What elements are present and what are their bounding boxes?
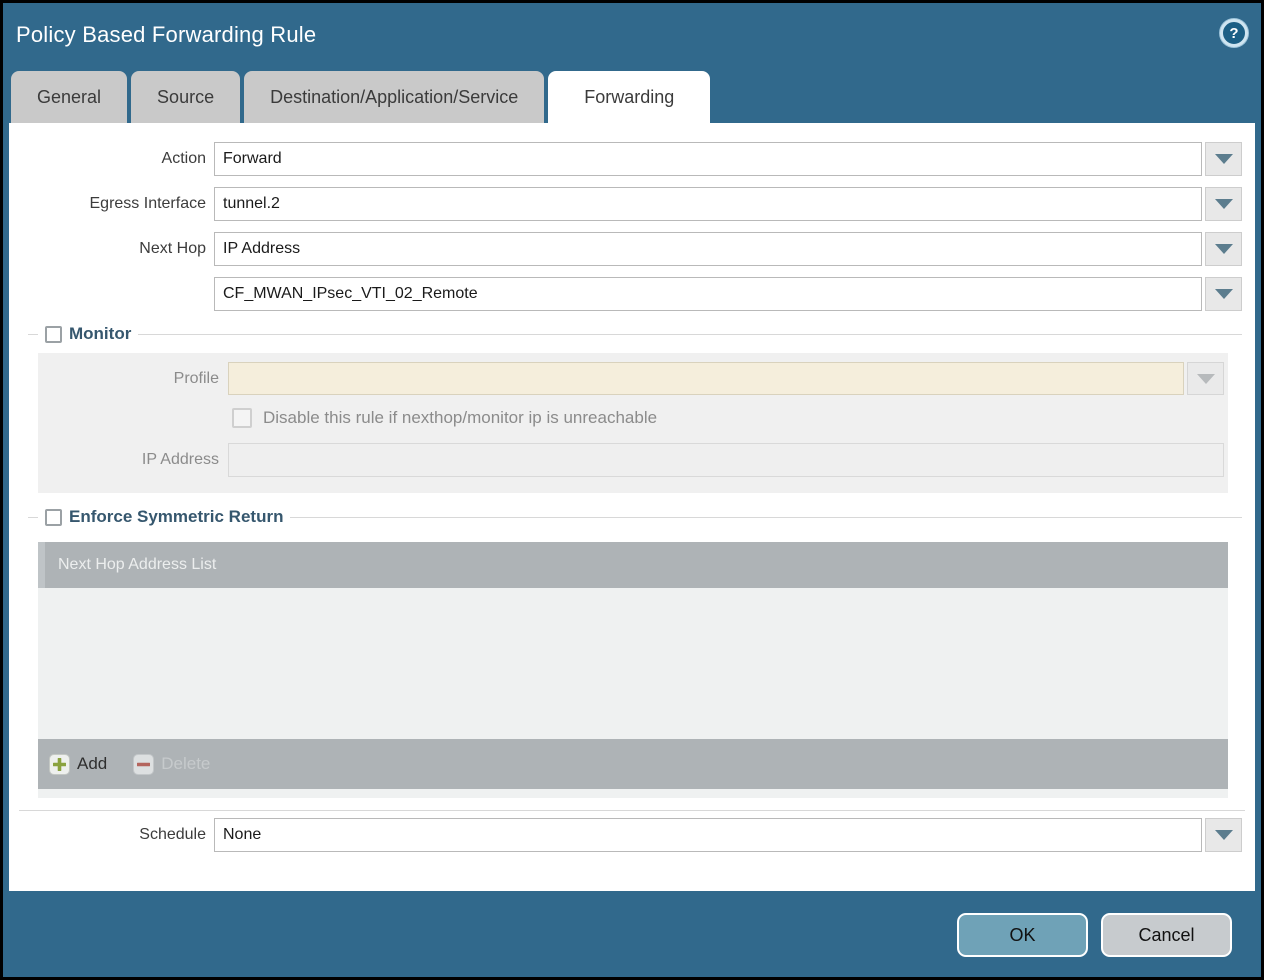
- legend-line: [138, 334, 1242, 335]
- monitor-body: Profile Disable this rule if nexthop/mon…: [38, 353, 1228, 493]
- profile-dropdown-button: [1187, 362, 1224, 395]
- monitor-legend: Monitor: [28, 324, 1242, 344]
- next-hop-address-select[interactable]: CF_MWAN_IPsec_VTI_02_Remote: [214, 277, 1202, 311]
- schedule-dropdown-button[interactable]: [1205, 818, 1242, 852]
- egress-interface-label: Egress Interface: [9, 195, 214, 213]
- chevron-down-icon: [1215, 830, 1233, 840]
- chevron-down-icon: [1215, 289, 1233, 299]
- monitor-legend-label: Monitor: [69, 324, 131, 344]
- schedule-select[interactable]: None: [214, 818, 1202, 852]
- chevron-down-icon: [1197, 374, 1215, 384]
- minus-icon: [133, 754, 154, 775]
- action-select[interactable]: Forward: [214, 142, 1202, 176]
- disable-rule-row: Disable this rule if nexthop/monitor ip …: [232, 408, 1228, 428]
- action-dropdown-button[interactable]: [1205, 142, 1242, 176]
- egress-interface-select[interactable]: tunnel.2: [214, 187, 1202, 221]
- add-button-label: Add: [77, 754, 107, 774]
- dialog-footer: OK Cancel: [3, 885, 1261, 977]
- enforce-symmetric-return-legend-label: Enforce Symmetric Return: [69, 507, 283, 527]
- disable-rule-checkbox: [232, 408, 252, 428]
- next-hop-address-row: CF_MWAN_IPsec_VTI_02_Remote: [9, 277, 1255, 311]
- next-hop-address-list-header-label: Next Hop Address List: [58, 556, 216, 574]
- legend-line: [290, 517, 1242, 518]
- cancel-button[interactable]: Cancel: [1101, 913, 1232, 957]
- next-hop-address-list-table: Next Hop Address List Add Delete: [38, 542, 1228, 798]
- next-hop-address-dropdown-button[interactable]: [1205, 277, 1242, 311]
- plus-icon: [49, 754, 70, 775]
- next-hop-address-list-column-header[interactable]: Next Hop Address List: [38, 542, 1228, 588]
- action-label: Action: [9, 150, 214, 168]
- ok-button[interactable]: OK: [957, 913, 1088, 957]
- monitor-checkbox[interactable]: [45, 326, 62, 343]
- profile-select: [228, 362, 1184, 395]
- chevron-down-icon: [1215, 154, 1233, 164]
- monitor-ip-address-label: IP Address: [38, 451, 228, 469]
- pbf-rule-dialog: { "dialog": { "title": "Policy Based For…: [0, 0, 1264, 980]
- monitor-ip-address-row: IP Address: [38, 443, 1228, 477]
- action-row: Action Forward: [9, 142, 1255, 176]
- section-divider: [19, 810, 1245, 811]
- dialog-title: Policy Based Forwarding Rule: [16, 22, 316, 48]
- enforce-symmetric-return-checkbox[interactable]: [45, 509, 62, 526]
- next-hop-row: Next Hop IP Address: [9, 232, 1255, 266]
- next-hop-dropdown-button[interactable]: [1205, 232, 1242, 266]
- tab-source[interactable]: Source: [131, 71, 240, 123]
- tab-general[interactable]: General: [11, 71, 127, 123]
- enforce-symmetric-return-legend: Enforce Symmetric Return: [28, 507, 1242, 527]
- column-resize-grip[interactable]: [38, 542, 45, 588]
- disable-rule-label: Disable this rule if nexthop/monitor ip …: [263, 408, 657, 428]
- forwarding-tab-panel: Action Forward Egress Interface tunnel.2…: [9, 123, 1255, 891]
- egress-interface-row: Egress Interface tunnel.2: [9, 187, 1255, 221]
- chevron-down-icon: [1215, 244, 1233, 254]
- tab-forwarding[interactable]: Forwarding: [548, 71, 710, 123]
- schedule-row: Schedule None: [9, 818, 1255, 852]
- next-hop-label: Next Hop: [9, 240, 214, 258]
- next-hop-address-list-rows[interactable]: [38, 588, 1228, 739]
- next-hop-type-select[interactable]: IP Address: [214, 232, 1202, 266]
- tab-destination-application-service[interactable]: Destination/Application/Service: [244, 71, 544, 123]
- profile-row: Profile: [38, 362, 1228, 395]
- add-button[interactable]: Add: [49, 754, 107, 775]
- delete-button-label: Delete: [161, 754, 210, 774]
- legend-line: [28, 517, 38, 518]
- title-bar: Policy Based Forwarding Rule ?: [3, 3, 1261, 67]
- profile-label: Profile: [38, 370, 228, 388]
- tab-bar: General Source Destination/Application/S…: [11, 71, 710, 123]
- legend-line: [28, 334, 38, 335]
- schedule-label: Schedule: [9, 826, 214, 844]
- delete-button: Delete: [133, 754, 210, 775]
- monitor-ip-address-input: [228, 443, 1224, 477]
- help-icon[interactable]: ?: [1220, 19, 1248, 47]
- next-hop-address-list-toolbar: Add Delete: [38, 739, 1228, 789]
- egress-interface-dropdown-button[interactable]: [1205, 187, 1242, 221]
- chevron-down-icon: [1215, 199, 1233, 209]
